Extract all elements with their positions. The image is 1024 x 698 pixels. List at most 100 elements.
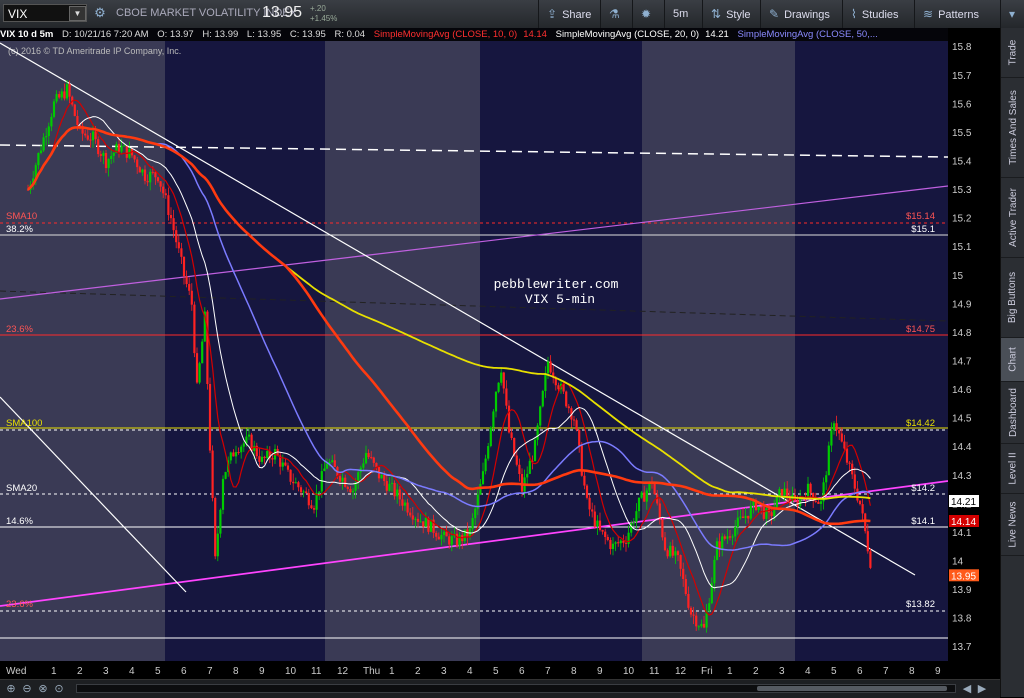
candle-body (835, 423, 838, 431)
reset-zoom-icon[interactable]: ⊙ (52, 682, 66, 696)
tab-chart[interactable]: Chart (1001, 338, 1024, 382)
time-scrollbar[interactable] (76, 684, 956, 693)
zoom-in-icon[interactable]: ⊕ (4, 682, 18, 696)
candle-body (544, 373, 547, 392)
candle-body (409, 512, 412, 516)
sma20-value: 14.21 (705, 29, 729, 40)
level-tag-236: $14.75 (906, 324, 935, 335)
patterns-button[interactable]: ≋ Patterns (914, 0, 1000, 28)
chart-title: VIX 10 d 5m (0, 29, 54, 40)
tab-chart-label: Chart (1007, 347, 1019, 372)
price-tick-label: 14.6 (952, 385, 972, 396)
fit-icon[interactable]: ⊗ (36, 682, 50, 696)
style-button[interactable]: ⇅ Style (702, 0, 760, 28)
time-tick-label: 3 (103, 666, 109, 677)
candle-body (424, 518, 427, 527)
patterns-label: Patterns (938, 9, 980, 21)
timeframe-button[interactable]: 5m (664, 0, 702, 28)
candle-body (86, 135, 89, 140)
price-tick-label: 15.2 (952, 214, 972, 225)
candle-body (146, 180, 149, 183)
candle-body (188, 284, 191, 291)
sma20-legend[interactable]: SimpleMovingAvg (CLOSE, 20, 0) (556, 29, 699, 40)
level-label-382: 38.2% (6, 224, 33, 235)
candle-body (713, 559, 716, 584)
drawings-button[interactable]: ✎ Drawings (760, 0, 842, 28)
time-tick-label: 10 (623, 666, 635, 677)
zoom-out-icon[interactable]: ⊖ (20, 682, 34, 696)
candle-body (838, 430, 841, 434)
price-tick-label: 13.9 (952, 585, 972, 596)
candle-body (107, 158, 110, 169)
candle-body (780, 489, 784, 496)
time-axis[interactable]: Wed 1 2 3 4 5 6 7 8 9 10 11 12 Thu 1 2 3 4 5 6 7 8 9 10 11 12 Fri 1… (0, 661, 948, 679)
candle-body (331, 460, 334, 462)
candle-body (401, 499, 404, 506)
time-tick-label: 2 (77, 666, 83, 677)
candle-body (502, 372, 505, 389)
candle-body (302, 491, 305, 493)
candle-body (627, 532, 630, 544)
tab-big-buttons[interactable]: Big Buttons (1001, 258, 1024, 338)
level-label-sma20: SMA20 (6, 483, 37, 494)
candle-body (572, 419, 576, 421)
candle-body (640, 492, 643, 498)
candle-body (731, 536, 734, 538)
studies-button[interactable]: ⌇ Studies (842, 0, 914, 28)
time-tick-label: 9 (259, 666, 265, 677)
tab-level-ii[interactable]: Level II (1001, 444, 1024, 494)
session-shade-thu (480, 41, 642, 661)
tab-dashboard[interactable]: Dashboard (1001, 382, 1024, 444)
price-tick-label: 13.8 (952, 614, 972, 625)
candle-body (845, 448, 849, 463)
flask-button[interactable]: ⚗ (600, 0, 632, 28)
sma10-legend[interactable]: SimpleMovingAvg (CLOSE, 10, 0) (374, 29, 517, 40)
candle-body (479, 484, 482, 495)
candle-body (471, 518, 474, 529)
candle-body (814, 500, 817, 502)
time-tick-label: 1 (389, 666, 395, 677)
candle-body (728, 536, 732, 538)
time-tick-label: 12 (675, 666, 687, 677)
candle-body (55, 94, 58, 102)
candle-body (185, 276, 188, 285)
sma50-legend[interactable]: SimpleMovingAvg (CLOSE, 50,... (737, 29, 877, 40)
candle-body (632, 522, 635, 524)
more-button[interactable]: ▾ (1000, 0, 1024, 28)
price-chart[interactable]: (c) 2016 © TD Ameritrade IP Company, Inc… (0, 41, 948, 661)
candle-body (208, 384, 212, 451)
share-button[interactable]: ⇪ Share (538, 0, 600, 28)
settings-icon: ✹ (641, 7, 652, 21)
tab-active-trader[interactable]: Active Trader (1001, 178, 1024, 258)
candle-body (619, 540, 622, 544)
tab-times-and-sales[interactable]: Times And Sales (1001, 78, 1024, 178)
candle-body (159, 181, 162, 187)
candle-body (164, 193, 167, 196)
candle-body (856, 488, 859, 501)
scrollbar-thumb[interactable] (757, 686, 947, 691)
candle-body (778, 489, 781, 497)
price-tick-label: 14.8 (952, 328, 972, 339)
time-tick-label: 2 (415, 666, 421, 677)
candle-body (617, 542, 620, 544)
symbol-dropdown-icon[interactable]: ▼ (69, 6, 86, 21)
candle-body (588, 497, 591, 510)
tab-trade[interactable]: Trade (1001, 28, 1024, 78)
scroll-right-icon[interactable]: ▶ (975, 682, 989, 696)
candle-body (749, 505, 752, 519)
candle-body (97, 139, 100, 155)
tab-live-news[interactable]: Live News (1001, 494, 1024, 556)
gear-icon[interactable]: ⚙ (92, 5, 108, 21)
time-tick-label: 9 (597, 666, 603, 677)
candle-body (175, 230, 178, 243)
candle-body (346, 486, 349, 489)
last-price: 13.95 (262, 4, 303, 21)
candle-body (578, 429, 581, 446)
price-axis[interactable]: 13.713.813.91414.114.214.314.414.514.614… (948, 28, 1000, 661)
settings-button[interactable]: ✹ (632, 0, 664, 28)
candle-body (271, 458, 274, 460)
candle-body (866, 531, 869, 552)
candle-body (739, 516, 742, 518)
candle-body (234, 452, 238, 457)
scroll-left-icon[interactable]: ◀ (960, 682, 974, 696)
